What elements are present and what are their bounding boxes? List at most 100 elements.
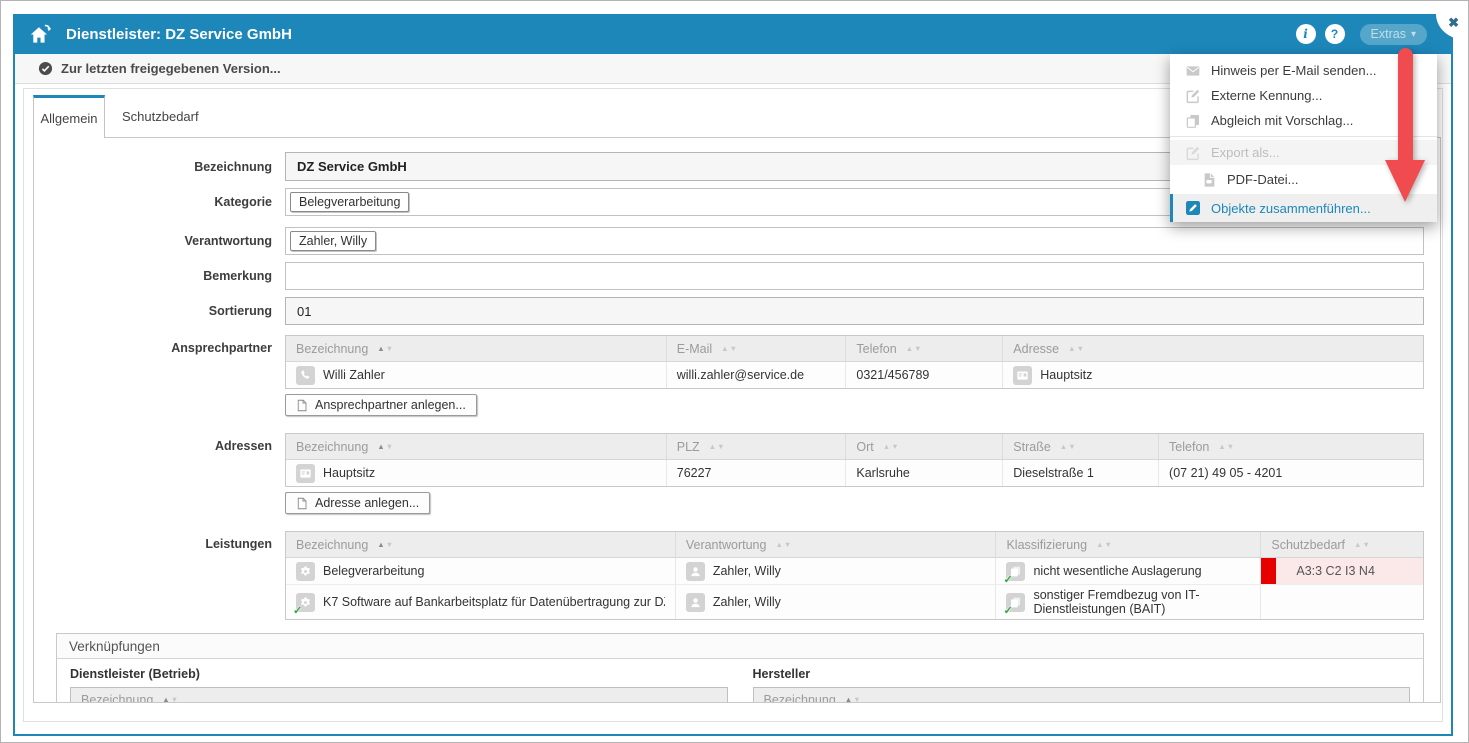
kategorie-chip[interactable]: Belegverarbeitung <box>290 192 409 212</box>
form-row-bemerkung: Bemerkung <box>34 262 1424 290</box>
column-header-email[interactable]: E-Mail <box>666 336 846 361</box>
kategorie-label: Kategorie <box>34 195 272 209</box>
envelope-icon <box>1185 63 1201 79</box>
bemerkung-label: Bemerkung <box>34 269 272 283</box>
close-icon: ✖ <box>1448 15 1459 31</box>
classification-icon <box>1006 593 1025 612</box>
extras-button[interactable]: Extras ▾ <box>1360 24 1427 45</box>
verantwortung-field[interactable]: Zahler, Willy <box>285 227 1424 255</box>
ansprechpartner-table: Bezeichnung E-Mail Telefon Adresse Willi… <box>285 335 1424 389</box>
group-label: Hersteller <box>753 667 1411 681</box>
red-arrow-annotation <box>1385 48 1425 202</box>
arrow-shaft <box>1398 48 1413 160</box>
sort-icon <box>377 442 394 451</box>
copy-icon <box>1185 113 1201 129</box>
adressen-label: Adressen <box>34 433 272 453</box>
sort-icon <box>775 540 792 549</box>
merge-icon <box>1185 200 1201 216</box>
column-header-strasse[interactable]: Straße <box>1002 434 1158 459</box>
page-icon <box>296 399 308 412</box>
sort-icon <box>1060 442 1077 451</box>
pdf-icon <box>1201 172 1217 188</box>
sort-icon <box>709 442 726 451</box>
leistungen-table: Bezeichnung Verantwortung Klassifizierun… <box>285 531 1424 620</box>
sortierung-field[interactable]: 01 <box>285 297 1424 325</box>
arrow-head <box>1385 160 1425 202</box>
form-row-sortierung: Sortierung 01 <box>34 297 1424 325</box>
service-gear-icon <box>296 593 315 612</box>
person-icon <box>686 593 705 612</box>
leistungen-label: Leistungen <box>34 531 272 551</box>
column-header-schutzbedarf[interactable]: Schutzbedarf <box>1260 532 1423 557</box>
column-header-telefon[interactable]: Telefon <box>1158 434 1423 459</box>
empty-table-header[interactable]: Bezeichnung <box>70 687 728 703</box>
column-header-plz[interactable]: PLZ <box>666 434 846 459</box>
tab-schutzbedarf[interactable]: Schutzbedarf <box>107 96 214 138</box>
address-icon <box>296 464 315 483</box>
form-row-ansprechpartner: Ansprechpartner Bezeichnung E-Mail Telef… <box>34 335 1424 426</box>
tab-allgemein[interactable]: Allgemein <box>33 95 105 138</box>
verantwortung-chip[interactable]: Zahler, Willy <box>290 231 376 251</box>
add-ansprechpartner-button[interactable]: Ansprechpartner anlegen... <box>285 394 477 416</box>
sortierung-label: Sortierung <box>34 304 272 318</box>
group-label: Dienstleister (Betrieb) <box>70 667 728 681</box>
column-header-bezeichnung[interactable]: Bezeichnung <box>286 336 666 361</box>
page-icon <box>296 497 308 510</box>
contact-icon <box>296 366 315 385</box>
risk-level-block <box>1261 558 1276 584</box>
table-row[interactable]: Hauptsitz 76227 Karlsruhe Dieselstraße 1… <box>286 460 1423 486</box>
classification-icon <box>1006 562 1025 581</box>
column-header-bezeichnung[interactable]: Bezeichnung <box>286 434 666 459</box>
service-gear-icon <box>296 562 315 581</box>
export-icon <box>1185 145 1201 161</box>
group-dienstleister-betrieb: Dienstleister (Betrieb) Bezeichnung <box>70 667 728 703</box>
sort-icon <box>845 695 862 703</box>
column-header-telefon[interactable]: Telefon <box>845 336 1002 361</box>
add-adresse-button[interactable]: Adresse anlegen... <box>285 492 430 514</box>
bezeichnung-value: DZ Service GmbH <box>297 159 407 174</box>
form-row-verantwortung: Verantwortung Zahler, Willy <box>34 227 1424 255</box>
page-title: Dienstleister: DZ Service GmbH <box>66 26 292 43</box>
table-row[interactable]: K7 Software auf Bankarbeitsplatz für Dat… <box>286 584 1423 619</box>
sort-icon <box>883 442 900 451</box>
verknuepfungen-section: Verknüpfungen Dienstleister (Betrieb) Be… <box>56 633 1424 703</box>
bemerkung-field[interactable] <box>285 262 1424 290</box>
tab-label: Schutzbedarf <box>122 109 199 124</box>
sort-icon <box>377 344 394 353</box>
info-button[interactable]: i <box>1296 24 1316 44</box>
help-button[interactable]: ? <box>1325 24 1345 44</box>
verknuepfungen-title: Verknüpfungen <box>57 634 1423 659</box>
titlebar-actions: i ? Extras ▾ <box>1296 24 1427 45</box>
service-provider-icon <box>27 21 53 47</box>
info-icon: i <box>1303 27 1308 41</box>
extras-label: Extras <box>1371 27 1406 41</box>
empty-table-header[interactable]: Bezeichnung <box>753 687 1411 703</box>
help-icon: ? <box>1331 27 1338 41</box>
version-link[interactable]: Zur letzten freigegebenen Version... <box>61 61 281 76</box>
table-row[interactable]: Belegverarbeitung Zahler, Willy nicht we… <box>286 558 1423 584</box>
column-header-adresse[interactable]: Adresse <box>1002 336 1423 361</box>
adressen-table: Bezeichnung PLZ Ort Straße Telefon Haupt… <box>285 433 1424 487</box>
screen: Dienstleister: DZ Service GmbH i ? Extra… <box>0 0 1469 743</box>
schutzbedarf-cell: A3:3 C2 I3 N4 <box>1260 558 1423 584</box>
sort-icon <box>1068 344 1085 353</box>
column-header-verantwortung[interactable]: Verantwortung <box>675 532 996 557</box>
verantwortung-label: Verantwortung <box>34 234 272 248</box>
check-circle-icon <box>38 61 53 76</box>
ansprechpartner-label: Ansprechpartner <box>34 335 272 355</box>
chevron-down-icon: ▾ <box>1411 29 1416 40</box>
title-bar: Dienstleister: DZ Service GmbH i ? Extra… <box>15 14 1451 54</box>
tab-label: Allgemein <box>40 111 97 126</box>
sort-icon <box>1218 442 1235 451</box>
table-row[interactable]: Willi Zahler willi.zahler@service.de 032… <box>286 362 1423 388</box>
sort-icon <box>906 344 923 353</box>
sortierung-value: 01 <box>297 304 311 319</box>
sort-icon <box>162 695 179 703</box>
sort-icon <box>1096 540 1113 549</box>
sort-icon <box>377 540 394 549</box>
column-header-klassifizierung[interactable]: Klassifizierung <box>995 532 1260 557</box>
column-header-bezeichnung[interactable]: Bezeichnung <box>286 532 675 557</box>
form-row-leistungen: Leistungen Bezeichnung Verantwortung Kla… <box>34 531 1424 620</box>
column-header-ort[interactable]: Ort <box>845 434 1002 459</box>
edit-icon <box>1185 88 1201 104</box>
